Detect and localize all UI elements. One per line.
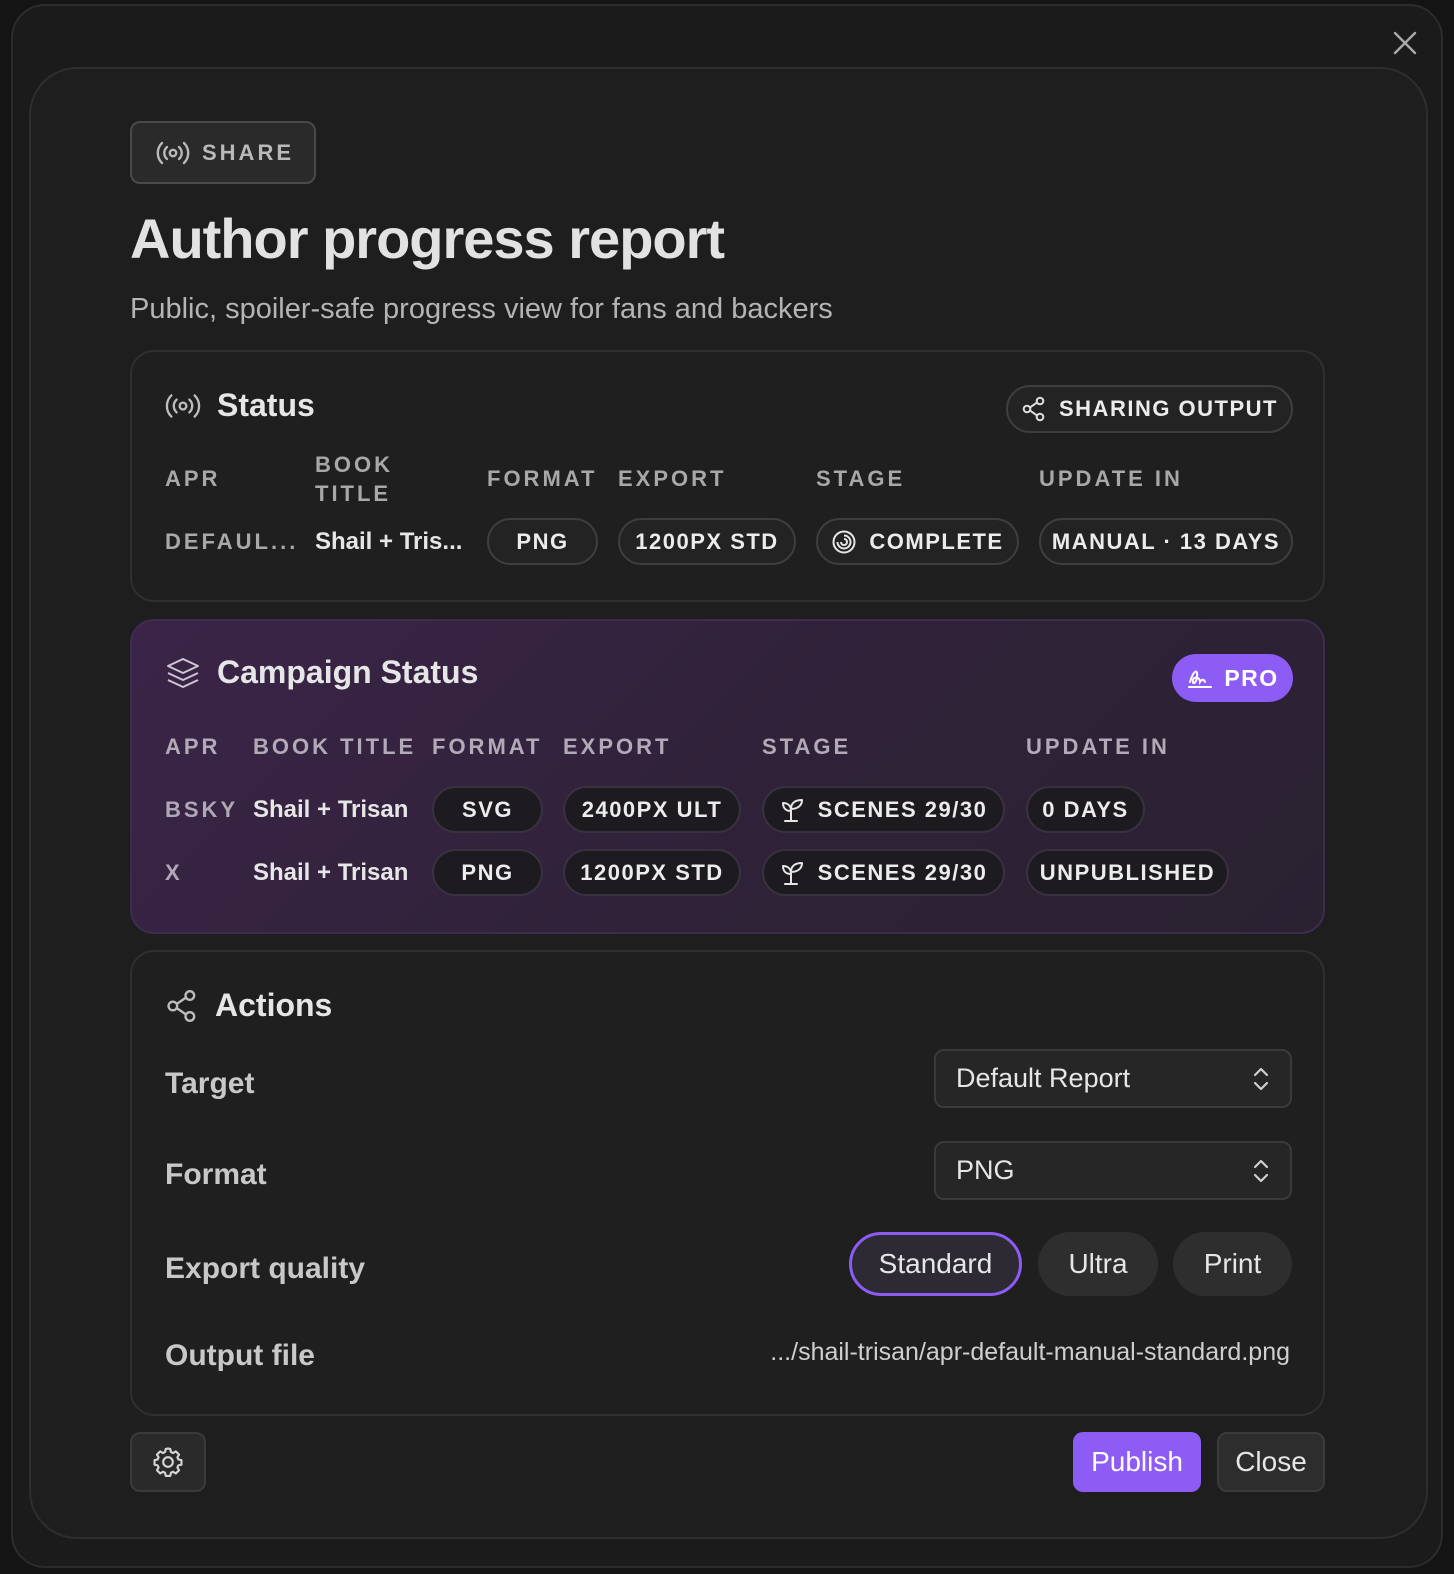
close-button[interactable]: Close [1217, 1432, 1325, 1492]
campaign-card-header: Campaign Status [165, 654, 478, 691]
layers-icon [165, 655, 201, 691]
share-chip: SHARE [130, 121, 316, 184]
format-select[interactable]: PNG [934, 1141, 1292, 1200]
page-title: Author progress report [130, 207, 725, 270]
campaign-stage-label: SCENES 29/30 [817, 859, 988, 885]
column-header-update-in: UPDATE IN [1026, 734, 1170, 759]
spiral-icon [831, 529, 857, 555]
close-icon[interactable] [1391, 29, 1419, 57]
broadcast-icon [165, 392, 201, 420]
quality-option-standard[interactable]: Standard [849, 1232, 1022, 1296]
export-quality-label: Export quality [165, 1252, 366, 1285]
campaign-card-title: Campaign Status [217, 654, 479, 690]
output-file-label: Output file [165, 1339, 315, 1372]
sprout-icon [780, 797, 806, 823]
chevron-up-down-icon [1252, 1158, 1270, 1184]
target-select[interactable]: Default Report [934, 1049, 1292, 1108]
campaign-book-title-cell: Shail + Trisan [253, 796, 409, 823]
campaign-format-label: SVG [462, 796, 513, 822]
broadcast-icon [156, 140, 190, 166]
status-stage-label: COMPLETE [869, 528, 1004, 554]
pro-badge: PRO [1172, 654, 1293, 702]
sharing-output-label: SHARING OUTPUT [1059, 396, 1278, 421]
output-file-path: .../shail-trisan/apr-default-manual-stan… [770, 1338, 1290, 1366]
chevron-up-down-icon [1252, 1066, 1270, 1092]
publish-button[interactable]: Publish [1073, 1432, 1201, 1492]
share-nodes-icon [165, 989, 199, 1023]
status-card: Status SHARING OUTPUT APR BOOK TITLE FOR… [130, 350, 1325, 602]
campaign-update-pill: 0 DAYS [1026, 786, 1145, 833]
campaign-apr-cell: X [165, 860, 183, 885]
status-book-title-cell: Shail + Tris... [315, 528, 463, 555]
column-header-export: EXPORT [618, 466, 727, 491]
format-select-value: PNG [956, 1155, 1015, 1185]
actions-card: Actions Target Default Report Format PNG… [130, 950, 1325, 1416]
status-apr-cell: DEFAUL... [165, 529, 299, 554]
gear-icon [151, 1445, 185, 1479]
share-chip-label: SHARE [202, 139, 295, 165]
campaign-status-card: Campaign Status PRO APR BOOK TITLE FORMA… [130, 619, 1325, 934]
campaign-export-pill: 1200PX STD [563, 849, 741, 896]
campaign-update-pill: UNPUBLISHED [1026, 849, 1229, 896]
pro-badge-label: PRO [1224, 664, 1279, 691]
status-card-header: Status [165, 387, 315, 424]
status-update-label: MANUAL · 13 DAYS [1051, 528, 1281, 554]
campaign-book-title-cell: Shail + Trisan [253, 859, 409, 886]
target-select-value: Default Report [956, 1063, 1131, 1093]
quality-option-label: Standard [878, 1248, 993, 1279]
quality-option-print[interactable]: Print [1173, 1232, 1292, 1296]
target-label: Target [165, 1067, 255, 1100]
status-card-title: Status [217, 387, 315, 423]
quality-option-label: Print [1203, 1248, 1262, 1279]
column-header-format: FORMAT [487, 466, 598, 491]
status-stage-pill: COMPLETE [816, 518, 1019, 565]
column-header-update-in: UPDATE IN [1039, 466, 1183, 491]
page-subtitle: Public, spoiler-safe progress view for f… [130, 293, 833, 325]
share-nodes-icon [1021, 396, 1047, 422]
format-label: Format [165, 1158, 267, 1191]
column-header-book-title: BOOK TITLE [315, 452, 393, 506]
status-export-pill: 1200PX STD [618, 518, 796, 565]
status-format-label: PNG [516, 528, 569, 554]
column-header-format: FORMAT [432, 734, 543, 759]
campaign-export-pill: 2400PX ULT [563, 786, 741, 833]
campaign-export-label: 2400PX ULT [581, 796, 723, 822]
sprout-icon [780, 860, 806, 886]
column-header-stage: STAGE [762, 734, 852, 759]
column-header-apr: APR [165, 466, 221, 491]
signature-icon [1186, 665, 1214, 691]
campaign-update-label: UNPUBLISHED [1039, 859, 1216, 885]
column-header-book-title: BOOK TITLE [253, 734, 417, 759]
campaign-stage-pill: SCENES 29/30 [762, 849, 1005, 896]
actions-card-title: Actions [215, 987, 333, 1023]
status-update-pill: MANUAL · 13 DAYS [1039, 518, 1293, 565]
campaign-export-label: 1200PX STD [580, 859, 724, 885]
actions-card-header: Actions [165, 987, 332, 1024]
campaign-apr-cell: BSKY [165, 797, 239, 822]
campaign-format-label: PNG [461, 859, 514, 885]
status-export-label: 1200PX STD [635, 528, 779, 554]
campaign-format-pill: PNG [432, 849, 543, 896]
campaign-stage-pill: SCENES 29/30 [762, 786, 1005, 833]
column-header-stage: STAGE [816, 466, 906, 491]
campaign-stage-label: SCENES 29/30 [817, 796, 988, 822]
sharing-output-badge: SHARING OUTPUT [1006, 385, 1293, 433]
quality-option-ultra[interactable]: Ultra [1038, 1232, 1158, 1296]
status-format-pill: PNG [487, 518, 598, 565]
column-header-export: EXPORT [563, 734, 672, 759]
campaign-update-label: 0 DAYS [1042, 796, 1129, 822]
settings-button[interactable] [130, 1432, 206, 1492]
column-header-apr: APR [165, 734, 221, 759]
campaign-format-pill: SVG [432, 786, 543, 833]
quality-option-label: Ultra [1068, 1248, 1128, 1279]
